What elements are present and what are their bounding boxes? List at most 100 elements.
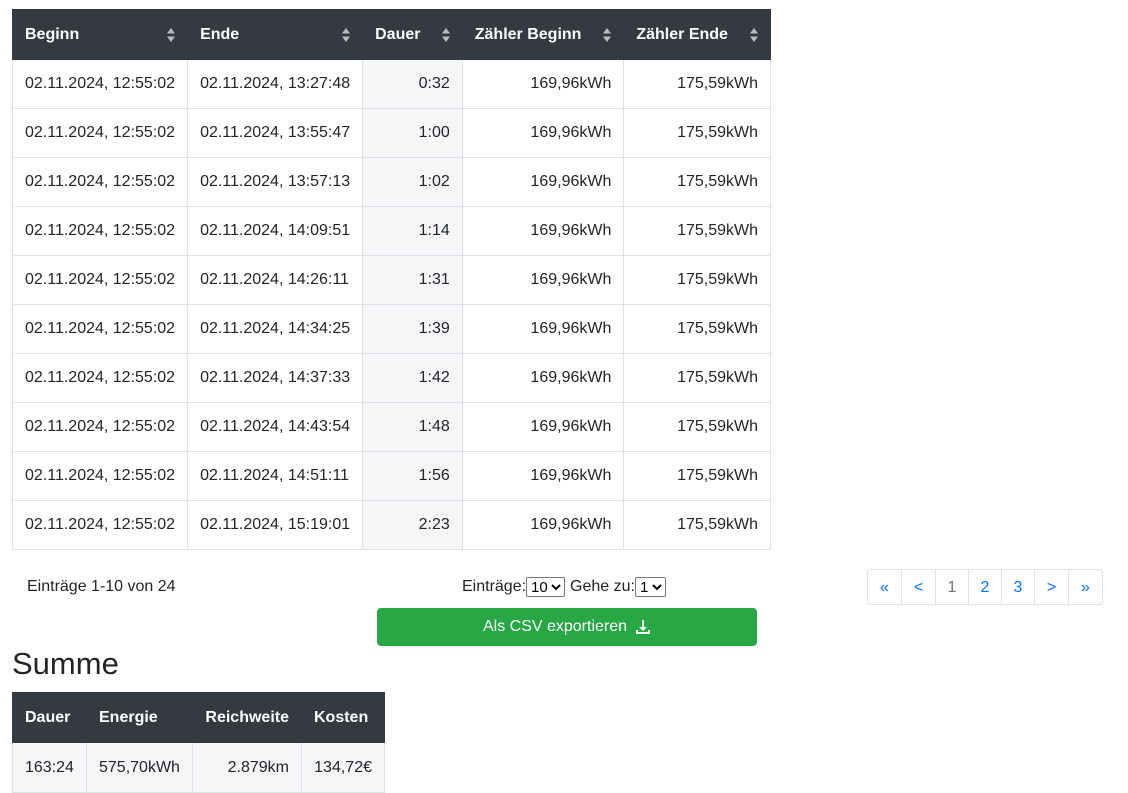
table-header-row: Beginn Ende Dauer Zähler Beginn Zähler E… <box>11 9 771 60</box>
cell-zaehler-ende: 175,59kWh <box>623 402 771 452</box>
pagination-next[interactable]: > <box>1034 569 1069 605</box>
cell-beginn: 02.11.2024, 12:55:02 <box>11 304 189 354</box>
cell-zaehler-beginn: 169,96kWh <box>461 59 625 109</box>
table-row: 02.11.2024, 12:55:02 02.11.2024, 14:26:11… <box>11 255 771 305</box>
cell-zaehler-ende: 175,59kWh <box>623 500 771 550</box>
cell-dauer: 1:42 <box>362 353 463 403</box>
cell-beginn: 02.11.2024, 12:55:02 <box>11 500 189 550</box>
summary-header-dauer: Dauer <box>12 692 87 743</box>
cell-ende: 02.11.2024, 13:55:47 <box>187 108 364 158</box>
cell-dauer: 2:23 <box>362 500 463 550</box>
column-header-zaehler-ende[interactable]: Zähler Ende <box>623 9 771 60</box>
summary-dauer: 163:24 <box>12 742 87 793</box>
table-row: 02.11.2024, 12:55:02 02.11.2024, 14:09:51… <box>11 206 771 256</box>
sort-icon <box>342 27 351 42</box>
pagination-page-2[interactable]: 2 <box>968 569 1002 605</box>
cell-ende: 02.11.2024, 14:26:11 <box>187 255 364 305</box>
cell-zaehler-ende: 175,59kWh <box>623 304 771 354</box>
cell-zaehler-beginn: 169,96kWh <box>461 500 625 550</box>
table-controls: Einträge: 10 Gehe zu: 1 <box>462 577 666 597</box>
entries-info: Einträge 1-10 von 24 <box>27 578 176 595</box>
cell-beginn: 02.11.2024, 12:55:02 <box>11 402 189 452</box>
column-header-ende[interactable]: Ende <box>187 9 364 60</box>
summary-header-energie: Energie <box>86 692 193 743</box>
sort-icon <box>167 27 176 42</box>
summary-row: 163:24 575,70kWh 2.879km 134,72€ <box>12 742 385 793</box>
table-row: 02.11.2024, 12:55:02 02.11.2024, 14:34:25… <box>11 304 771 354</box>
cell-ende: 02.11.2024, 14:51:11 <box>187 451 364 501</box>
pagination: « < 1 2 3 > » <box>867 569 1103 605</box>
summary-header-reichweite: Reichweite <box>192 692 302 743</box>
column-header-dauer[interactable]: Dauer <box>362 9 463 60</box>
summary-table: Dauer Energie Reichweite Kosten 163:24 5… <box>12 692 385 793</box>
cell-zaehler-ende: 175,59kWh <box>623 353 771 403</box>
cell-ende: 02.11.2024, 15:19:01 <box>187 500 364 550</box>
cell-zaehler-ende: 175,59kWh <box>623 206 771 256</box>
table-row: 02.11.2024, 12:55:02 02.11.2024, 13:55:47… <box>11 108 771 158</box>
pagination-first[interactable]: « <box>867 569 902 605</box>
summary-title: Summe <box>12 646 119 681</box>
sort-icon <box>750 27 758 42</box>
cell-beginn: 02.11.2024, 12:55:02 <box>11 108 189 158</box>
cell-zaehler-beginn: 169,96kWh <box>461 451 625 501</box>
cell-dauer: 1:39 <box>362 304 463 354</box>
summary-energie: 575,70kWh <box>86 742 193 793</box>
cell-zaehler-ende: 175,59kWh <box>623 157 771 207</box>
pagination-page-1[interactable]: 1 <box>935 569 969 605</box>
cell-beginn: 02.11.2024, 12:55:02 <box>11 157 189 207</box>
cell-dauer: 1:48 <box>362 402 463 452</box>
cell-ende: 02.11.2024, 13:57:13 <box>187 157 364 207</box>
cell-dauer: 1:02 <box>362 157 463 207</box>
goto-label: Gehe zu: <box>570 578 635 595</box>
sort-icon <box>603 27 612 42</box>
cell-zaehler-ende: 175,59kWh <box>623 108 771 158</box>
column-header-zaehler-beginn[interactable]: Zähler Beginn <box>461 9 625 60</box>
cell-ende: 02.11.2024, 14:43:54 <box>187 402 364 452</box>
sort-icon <box>441 27 450 42</box>
cell-beginn: 02.11.2024, 12:55:02 <box>11 451 189 501</box>
cell-beginn: 02.11.2024, 12:55:02 <box>11 353 189 403</box>
summary-reichweite: 2.879km <box>192 742 302 793</box>
cell-dauer: 1:00 <box>362 108 463 158</box>
cell-zaehler-beginn: 169,96kWh <box>461 304 625 354</box>
table-row: 02.11.2024, 12:55:02 02.11.2024, 14:51:11… <box>11 451 771 501</box>
cell-zaehler-beginn: 169,96kWh <box>461 206 625 256</box>
download-icon <box>636 620 651 634</box>
cell-zaehler-beginn: 169,96kWh <box>461 255 625 305</box>
goto-page-select[interactable]: 1 <box>634 577 666 597</box>
cell-zaehler-beginn: 169,96kWh <box>461 108 625 158</box>
pagination-page-3[interactable]: 3 <box>1001 569 1035 605</box>
table-row: 02.11.2024, 12:55:02 02.11.2024, 15:19:01… <box>11 500 771 550</box>
cell-beginn: 02.11.2024, 12:55:02 <box>11 206 189 256</box>
summary-kosten: 134,72€ <box>301 742 385 793</box>
cell-zaehler-beginn: 169,96kWh <box>461 402 625 452</box>
cell-ende: 02.11.2024, 14:09:51 <box>187 206 364 256</box>
cell-zaehler-ende: 175,59kWh <box>623 451 771 501</box>
table-row: 02.11.2024, 12:55:02 02.11.2024, 13:57:13… <box>11 157 771 207</box>
cell-ende: 02.11.2024, 14:34:25 <box>187 304 364 354</box>
cell-zaehler-ende: 175,59kWh <box>623 59 771 109</box>
column-header-beginn[interactable]: Beginn <box>11 9 189 60</box>
cell-beginn: 02.11.2024, 12:55:02 <box>11 255 189 305</box>
table-row: 02.11.2024, 12:55:02 02.11.2024, 14:43:54… <box>11 402 771 452</box>
cell-zaehler-ende: 175,59kWh <box>623 255 771 305</box>
cell-ende: 02.11.2024, 14:37:33 <box>187 353 364 403</box>
pagination-last[interactable]: » <box>1068 569 1103 605</box>
cell-dauer: 1:56 <box>362 451 463 501</box>
export-csv-label: Als CSV exportieren <box>482 618 628 635</box>
cell-dauer: 1:14 <box>362 206 463 256</box>
cell-zaehler-beginn: 169,96kWh <box>461 157 625 207</box>
cell-dauer: 0:32 <box>362 59 463 109</box>
export-csv-button[interactable]: Als CSV exportieren <box>377 608 757 646</box>
cell-beginn: 02.11.2024, 12:55:02 <box>11 59 189 109</box>
pagination-prev[interactable]: < <box>901 569 936 605</box>
summary-header-kosten: Kosten <box>301 692 385 743</box>
entries-label: Einträge: <box>462 578 527 595</box>
table-row: 02.11.2024, 12:55:02 02.11.2024, 14:37:33… <box>11 353 771 403</box>
cell-ende: 02.11.2024, 13:27:48 <box>187 59 364 109</box>
cell-dauer: 1:31 <box>362 255 463 305</box>
summary-header-row: Dauer Energie Reichweite Kosten <box>12 692 385 743</box>
charging-log-table: Beginn Ende Dauer Zähler Beginn Zähler E… <box>11 9 771 550</box>
table-row: 02.11.2024, 12:55:02 02.11.2024, 13:27:48… <box>11 59 771 109</box>
entries-per-page-select[interactable]: 10 <box>526 577 566 597</box>
